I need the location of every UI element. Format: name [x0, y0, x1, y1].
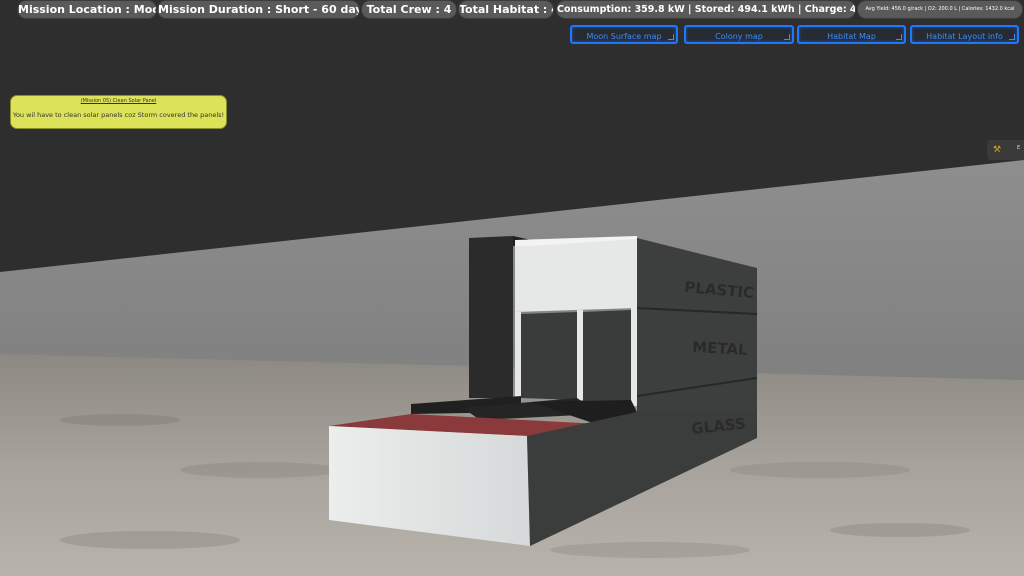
power-status: Consumption: 359.8 kW | Stored: 494.1 kW… [557, 1, 855, 18]
resource-stats: Avg Yield: 456.0 g/rack | O2: 200.0 L | … [858, 1, 1022, 18]
side-tab-label: E [1017, 145, 1021, 151]
habitat-map-button[interactable]: Habitat Map [797, 25, 906, 44]
total-habitat: Total Habitat : 4 [459, 1, 553, 18]
game-scene: PLASTIC METAL GLASS [0, 0, 1024, 576]
moon-surface-map-button[interactable]: Moon Surface map [570, 25, 678, 44]
mission-title: (Mission 05) Clean Solar Panel [80, 98, 157, 104]
mission-description: You wil have to clean solar panels coz S… [12, 111, 225, 119]
machine-housing [515, 238, 637, 312]
wrench-icon: ⚒ [993, 145, 1002, 155]
habitat-layout-info-button[interactable]: Habitat Layout info [910, 25, 1019, 44]
colony-map-button[interactable]: Colony map [684, 25, 794, 44]
mission-duration: Mission Duration : Short - 60 days [158, 1, 359, 18]
total-crew: Total Crew : 4 [362, 1, 456, 18]
bin-label-metal: METAL [692, 338, 749, 359]
mission-panel: (Mission 05) Clean Solar Panel You wil h… [10, 95, 227, 129]
machine-chimney [469, 236, 513, 398]
mission-location: Mission Location : Moon [18, 1, 156, 18]
